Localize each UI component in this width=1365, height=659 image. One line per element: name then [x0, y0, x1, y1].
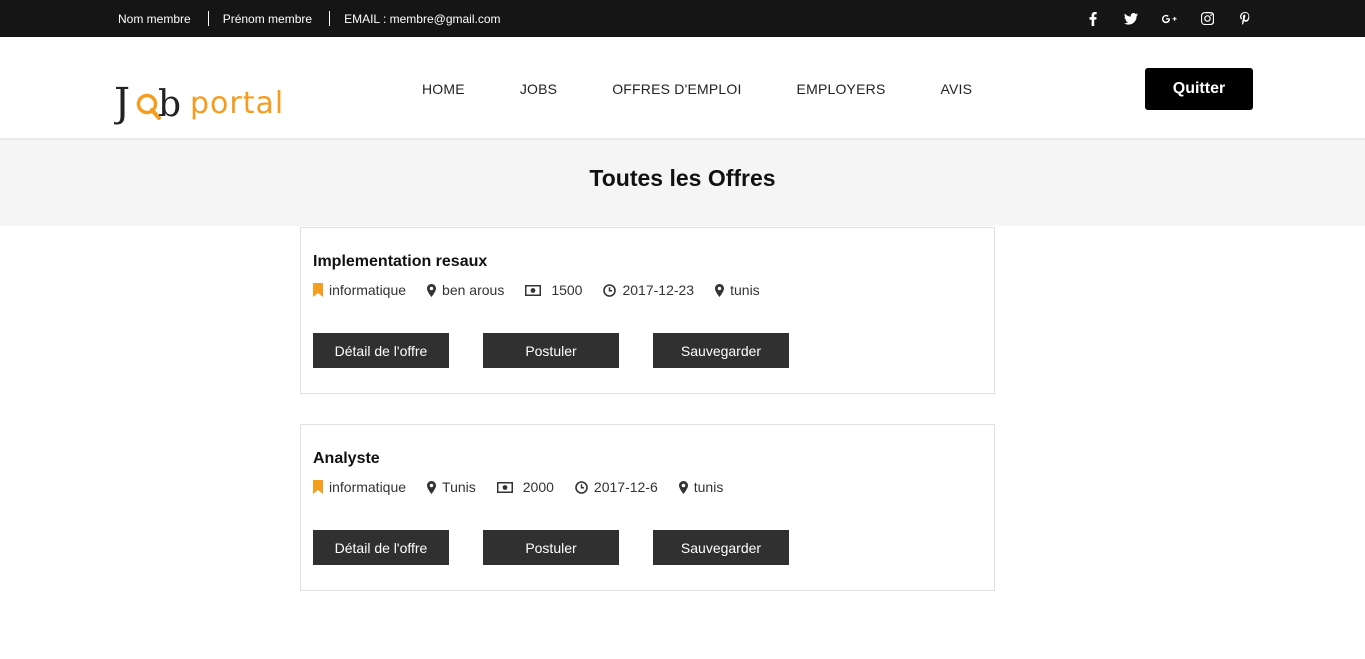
offer-category: informatique [313, 282, 406, 298]
google-plus-icon[interactable] [1161, 11, 1177, 27]
clock-icon [603, 283, 617, 297]
offer-salary-label: 2000 [522, 479, 554, 495]
offer-date: 2017-12-6 [575, 479, 658, 495]
offer-title: Implementation resaux [313, 253, 488, 270]
divider [329, 11, 331, 26]
bookmark-icon [313, 283, 323, 297]
logo[interactable]: J b portal [114, 80, 294, 126]
svg-text:J: J [114, 80, 130, 126]
map-marker-icon [427, 283, 437, 297]
map-marker-icon [678, 480, 688, 494]
offer-actions: Détail de l'offre Postuler Sauvegarder [313, 530, 823, 565]
money-icon [525, 284, 542, 296]
offer-meta: informatique ben arous 1500 2017-12-23 t… [313, 282, 781, 298]
instagram-icon[interactable] [1199, 11, 1215, 27]
title-band: Toutes les Offres [0, 140, 1365, 226]
offer-salary: 2000 [496, 479, 554, 495]
top-bar: Nom membre Prénom membre EMAIL : membre@… [0, 0, 1365, 37]
apply-button[interactable]: Postuler [483, 333, 619, 368]
divider [207, 11, 209, 26]
offer-salary: 1500 [525, 282, 582, 298]
member-name: Nom membre [118, 11, 191, 26]
main-nav: HOME JOBS OFFRES D'EMPLOI EMPLOYERS AVIS [422, 37, 1027, 140]
nav-avis[interactable]: AVIS [941, 81, 973, 97]
twitter-icon[interactable] [1123, 11, 1139, 27]
offer-location: ben arous [427, 282, 504, 298]
nav-offres[interactable]: OFFRES D'EMPLOI [612, 81, 741, 97]
map-marker-icon [715, 283, 725, 297]
map-marker-icon [427, 480, 437, 494]
offer-city: tunis [678, 479, 724, 495]
offer-date-label: 2017-12-6 [593, 479, 658, 495]
offer-card: Analyste informatique Tunis 2000 2017-12… [300, 424, 995, 591]
social-links [1063, 0, 1253, 37]
offer-date-label: 2017-12-23 [622, 282, 695, 298]
svg-text:portal: portal [190, 86, 284, 121]
member-firstname: Prénom membre [222, 11, 313, 26]
money-icon [496, 481, 513, 493]
nav-employers[interactable]: EMPLOYERS [797, 81, 886, 97]
offer-date: 2017-12-23 [603, 282, 694, 298]
clock-icon [575, 480, 588, 494]
offer-city-label: tunis [730, 282, 760, 298]
offer-category: informatique [313, 479, 406, 495]
offer-location: Tunis [427, 479, 476, 495]
svg-text:b: b [158, 84, 181, 125]
quit-button[interactable]: Quitter [1145, 68, 1253, 110]
offer-city-label: tunis [693, 479, 724, 495]
offer-title: Analyste [313, 450, 380, 467]
offer-category-label: informatique [329, 282, 407, 298]
bookmark-icon [313, 480, 323, 494]
nav-jobs[interactable]: JOBS [520, 81, 557, 97]
offer-meta: informatique Tunis 2000 2017-12-6 tunis [313, 479, 744, 495]
offer-location-label: Tunis [442, 479, 476, 495]
member-email: EMAIL : membre@gmail.com [344, 11, 501, 26]
offer-actions: Détail de l'offre Postuler Sauvegarder [313, 333, 823, 368]
apply-button[interactable]: Postuler [483, 530, 619, 565]
offer-salary-label: 1500 [551, 282, 583, 298]
offer-location-label: ben arous [442, 282, 505, 298]
main-header: J b portal HOME JOBS OFFRES D'EMPLOI EMP… [0, 37, 1365, 140]
detail-button[interactable]: Détail de l'offre [313, 333, 449, 368]
save-button[interactable]: Sauvegarder [653, 333, 789, 368]
detail-button[interactable]: Détail de l'offre [313, 530, 449, 565]
save-button[interactable]: Sauvegarder [653, 530, 789, 565]
pinterest-icon[interactable] [1237, 11, 1253, 27]
offer-card: Implementation resaux informatique ben a… [300, 227, 995, 394]
offer-category-label: informatique [329, 479, 407, 495]
page-title: Toutes les Offres [589, 164, 776, 191]
member-info: Nom membre Prénom membre EMAIL : membre@… [118, 0, 501, 37]
offer-city: tunis [715, 282, 760, 298]
facebook-icon[interactable] [1085, 11, 1101, 27]
nav-home[interactable]: HOME [422, 81, 465, 97]
